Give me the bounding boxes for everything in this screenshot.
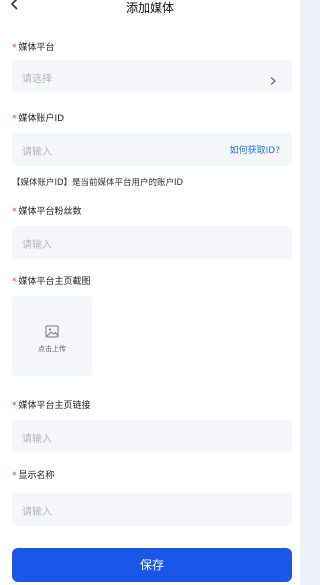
homepage-link-label-text: 媒体平台主页链接 <box>18 401 91 411</box>
followers-label-text: 媒体平台粉丝数 <box>18 207 82 217</box>
image-icon <box>45 323 59 338</box>
account-id-hint: 【媒体账户ID】是当前媒体平台用户的账户ID <box>12 178 184 188</box>
chevron-right-icon <box>268 71 278 85</box>
account-id-input[interactable]: 请输入 如何获取ID? <box>12 133 292 166</box>
screenshot-label-text: 媒体平台主页截图 <box>18 277 91 287</box>
form-page: * 媒体平台 请选择 * 媒体账户ID 请输入 如何获取ID? 【媒体账户ID】是当… <box>0 16 300 550</box>
required-mark: * <box>12 401 17 411</box>
account-id-label: * 媒体账户ID <box>12 111 64 124</box>
followers-placeholder: 请输入 <box>22 240 52 251</box>
followers-input[interactable]: 请输入 <box>12 226 292 259</box>
screenshot-upload[interactable]: 点击上传 <box>12 296 92 376</box>
upload-text: 点击上传 <box>38 345 66 353</box>
screenshot-label: * 媒体平台主页截图 <box>12 274 91 287</box>
display-name-input[interactable]: 请输入 <box>12 493 292 526</box>
platform-label: * 媒体平台 <box>12 40 55 53</box>
platform-label-text: 媒体平台 <box>18 43 55 53</box>
footer: 保存 <box>0 540 300 585</box>
required-mark: * <box>12 277 17 287</box>
platform-select[interactable]: 请选择 <box>12 60 292 93</box>
display-name-placeholder: 请输入 <box>22 507 52 518</box>
followers-label: * 媒体平台粉丝数 <box>12 204 82 217</box>
display-name-label: * 显示名称 <box>12 468 55 481</box>
required-mark: * <box>12 471 17 481</box>
homepage-link-label: * 媒体平台主页链接 <box>12 398 91 411</box>
required-mark: * <box>12 207 17 217</box>
required-mark: * <box>12 43 17 53</box>
page-title: 添加媒体 <box>125 1 174 15</box>
required-mark: * <box>12 114 17 124</box>
header: 添加媒体 <box>0 0 300 16</box>
display-name-label-text: 显示名称 <box>18 471 55 481</box>
homepage-link-placeholder: 请输入 <box>22 434 52 445</box>
how-to-get-id-link[interactable]: 如何获取ID? <box>230 143 280 156</box>
homepage-link-input[interactable]: 请输入 <box>12 420 292 453</box>
save-button[interactable]: 保存 <box>12 548 292 582</box>
account-id-label-text: 媒体账户ID <box>18 114 65 124</box>
platform-placeholder: 请选择 <box>22 74 52 85</box>
account-id-placeholder: 请输入 <box>22 147 52 158</box>
